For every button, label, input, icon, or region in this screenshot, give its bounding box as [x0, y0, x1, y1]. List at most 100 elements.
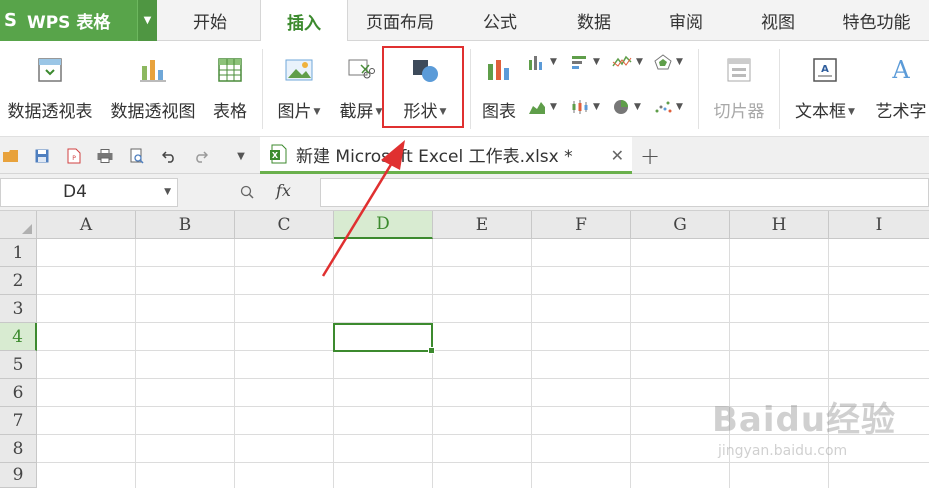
tab-data[interactable]: 数据 [548, 0, 640, 41]
chart-button[interactable]: 图表 [476, 41, 522, 122]
column-header-a[interactable]: A [37, 211, 136, 239]
svg-text:A: A [891, 56, 910, 84]
ribbon-separator [698, 49, 699, 129]
select-all-corner[interactable] [0, 211, 37, 239]
new-tab-icon[interactable]: + [640, 142, 660, 170]
tab-review[interactable]: 审阅 [640, 0, 732, 41]
column-chart-dropdown[interactable]: ▼ [528, 54, 557, 70]
document-tab[interactable]: X 新建 Microsoft Excel 工作表.xlsx * ✕ [260, 137, 632, 174]
radar-chart-dropdown[interactable]: ▼ [654, 54, 683, 70]
baidu-watermark: Baidu经验 jingyan.baidu.com [712, 392, 912, 472]
row-header-6[interactable]: 6 [0, 379, 37, 407]
row-header-7[interactable]: 7 [0, 407, 37, 435]
row-header-5[interactable]: 5 [0, 351, 37, 379]
active-cell-d4[interactable] [333, 323, 435, 354]
picture-button[interactable]: 图片 ▼ [272, 41, 326, 122]
slicer-button[interactable]: 切片器 [706, 41, 772, 122]
picture-label: 图片 ▼ [277, 102, 321, 122]
close-tab-icon[interactable]: ✕ [611, 146, 624, 165]
wordart-button[interactable]: A 艺术字 [871, 41, 929, 122]
column-header-b[interactable]: B [136, 211, 235, 239]
ribbon-insert: 数据透视表 数据透视图 表格 图片 ▼ 截屏 ▼ 形状 ▼ 图表 ▼ ▼ ▼ ▼… [0, 41, 929, 137]
name-box[interactable]: D4 ▼ [0, 178, 178, 207]
svg-text:P: P [72, 155, 76, 162]
wordart-icon: A [888, 51, 914, 89]
picture-icon [285, 51, 313, 89]
gridline [135, 239, 136, 488]
stock-chart-dropdown[interactable]: ▼ [571, 99, 600, 115]
cell-reference: D4 [63, 182, 87, 202]
line-chart-dropdown[interactable]: ▼ [612, 54, 643, 70]
export-pdf-icon[interactable]: P [65, 147, 83, 165]
bar-chart-dropdown[interactable]: ▼ [571, 54, 600, 70]
area-chart-dropdown[interactable]: ▼ [528, 99, 557, 115]
column-header-h[interactable]: H [730, 211, 829, 239]
row-header-9[interactable]: 9 [0, 463, 37, 488]
textbox-icon: A [812, 51, 838, 89]
gridline [37, 294, 929, 295]
app-menu-dropdown-icon[interactable]: ▼ [137, 0, 157, 41]
gridline [37, 350, 929, 351]
tab-insert[interactable]: 插入 [260, 0, 348, 42]
table-button[interactable]: 表格 [207, 41, 253, 122]
pie-chart-dropdown[interactable]: ▼ [612, 99, 641, 115]
ribbon-separator [779, 49, 780, 129]
column-header-d[interactable]: D [334, 211, 433, 239]
wps-logo-icon: ꓢ [4, 10, 17, 31]
print-icon[interactable] [96, 147, 114, 165]
row-header-2[interactable]: 2 [0, 267, 37, 295]
table-label: 表格 [213, 102, 247, 122]
row-header-1[interactable]: 1 [0, 239, 37, 267]
formula-input[interactable] [320, 178, 929, 207]
tab-view[interactable]: 视图 [732, 0, 824, 41]
chart-label: 图表 [482, 102, 516, 122]
row-header-3[interactable]: 3 [0, 295, 37, 323]
textbox-label: 文本框 ▼ [795, 102, 855, 122]
shapes-highlight-box [382, 46, 464, 128]
table-icon [217, 51, 243, 89]
open-folder-icon[interactable] [2, 147, 20, 165]
gridline [531, 239, 532, 488]
column-header-e[interactable]: E [433, 211, 532, 239]
screenshot-button[interactable]: 截屏 ▼ [334, 41, 388, 122]
screenshot-icon [347, 51, 375, 89]
radar-chart-icon [654, 54, 672, 70]
tab-formulas[interactable]: 公式 [452, 0, 548, 41]
chart-icon [485, 51, 513, 89]
row-header-4[interactable]: 4 [0, 323, 37, 351]
column-header-f[interactable]: F [532, 211, 631, 239]
redo-icon[interactable] [192, 147, 210, 165]
excel-file-icon: X [270, 144, 287, 164]
pivot-chart-button[interactable]: 数据透视图 [107, 41, 199, 122]
tab-special-features[interactable]: 特色功能 [824, 0, 929, 41]
row-header-8[interactable]: 8 [0, 435, 37, 463]
gridline [333, 239, 334, 488]
column-header-c[interactable]: C [235, 211, 334, 239]
customize-quick-access-icon[interactable]: ▼ [232, 147, 250, 165]
textbox-button[interactable]: A 文本框 ▼ [789, 41, 861, 122]
gridline [630, 239, 631, 488]
gridline [37, 378, 929, 379]
pivot-table-label: 数据透视表 [7, 102, 93, 122]
pivot-table-icon [37, 51, 63, 89]
tab-page-layout[interactable]: 页面布局 [348, 0, 452, 41]
save-icon[interactable] [33, 147, 51, 165]
column-header-g[interactable]: G [631, 211, 730, 239]
scatter-chart-dropdown[interactable]: ▼ [654, 99, 683, 115]
app-name: WPS 表格 [26, 13, 111, 33]
zoom-search-icon[interactable] [240, 185, 254, 203]
undo-icon[interactable] [160, 147, 178, 165]
slicer-icon [726, 51, 752, 89]
ribbon-separator [262, 49, 263, 129]
print-preview-icon[interactable] [128, 147, 146, 165]
pivot-table-button[interactable]: 数据透视表 [4, 41, 96, 122]
gridline [432, 239, 433, 488]
slicer-label: 切片器 [713, 102, 765, 122]
app-menu-button[interactable]: ꓢ WPS 表格 [0, 0, 137, 41]
name-box-dropdown-icon[interactable]: ▼ [164, 179, 171, 206]
insert-function-button[interactable]: fx [276, 181, 291, 200]
pivot-chart-label: 数据透视图 [110, 102, 196, 122]
tab-home[interactable]: 开始 [160, 0, 260, 41]
column-header-i[interactable]: I [829, 211, 929, 239]
watermark-url: jingyan.baidu.com [718, 443, 848, 459]
